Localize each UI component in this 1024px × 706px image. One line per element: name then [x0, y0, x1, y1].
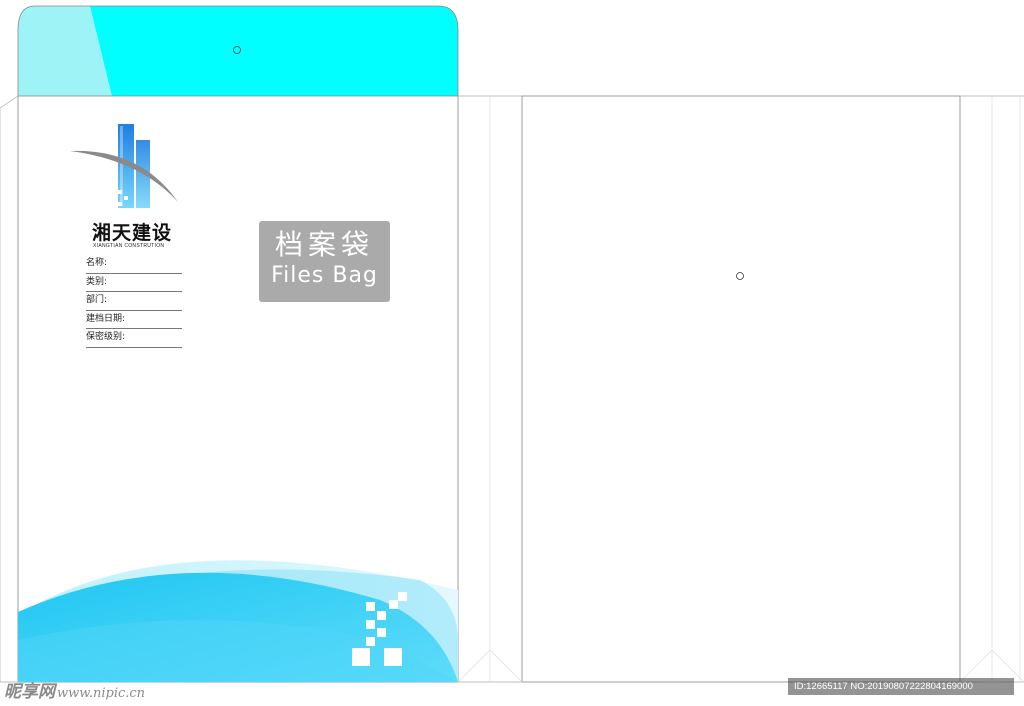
info-fields: 名称: 类别: 部门: 建档日期: 保密级别: [86, 255, 182, 348]
field-category: 类别: [86, 274, 182, 292]
field-department: 部门: [86, 292, 182, 311]
title-en: Files Bag [271, 263, 378, 288]
top-flap [18, 6, 458, 96]
title-cn: 档案袋 [274, 228, 374, 261]
watermark-url: www.nipic.cn [57, 686, 146, 701]
title-box: 档案袋 Files Bag [259, 221, 390, 302]
watermark-site-name: 昵享网 [4, 682, 55, 702]
watermark-id: ID:12665117 NO:20190807222804169000 [788, 678, 1014, 695]
back-string-hole [736, 272, 744, 280]
watermark-site: 昵享网 www.nipic.cn [4, 677, 145, 702]
field-name: 名称: [86, 255, 182, 274]
company-logo [70, 124, 178, 208]
brand-name-en: XIANGTIAN CONSTRUTION [93, 243, 165, 249]
field-file-date: 建档日期: [86, 311, 182, 329]
field-security-level: 保密级别: [86, 329, 182, 348]
envelope-dieline [0, 5, 1024, 683]
brand-name-cn: 湘天建设 [92, 222, 173, 244]
